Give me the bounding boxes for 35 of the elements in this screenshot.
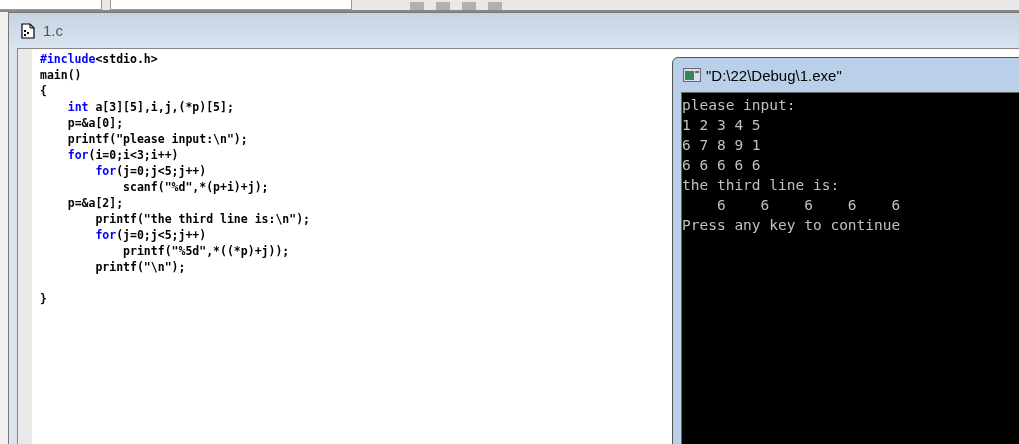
toolbar-icon[interactable] <box>488 2 502 10</box>
code-text: printf("\n"); <box>95 260 186 274</box>
code-text: scanf("%d",*(p+i)+j); <box>123 180 269 194</box>
output-line: Press any key to continue <box>682 216 902 235</box>
output-line: please input: <box>682 96 797 115</box>
output-line: 1 2 3 4 5 <box>682 116 762 135</box>
file-icon <box>21 22 35 39</box>
document-title: 1.c <box>43 22 63 39</box>
toolbar-icon[interactable] <box>410 2 424 10</box>
code-keyword: for <box>67 148 89 162</box>
toolbar-icon[interactable] <box>436 2 450 10</box>
code-text: (j=0;j<5;j++) <box>116 228 207 242</box>
code-text: (j=0;j<5;j++) <box>116 164 207 178</box>
code-text: printf("%5d",*((*p)+j)); <box>123 244 290 258</box>
code-text: p=&a[2]; <box>67 196 124 210</box>
code-text: main() <box>40 68 82 82</box>
output-line: 6 7 8 9 1 <box>682 136 762 155</box>
code-keyword: int <box>67 100 89 114</box>
code-text: printf("the third line is:\n"); <box>95 212 311 226</box>
console-icon <box>683 68 701 82</box>
code-text: { <box>40 84 47 98</box>
code-keyword: for <box>95 228 117 242</box>
code-keyword: #include <box>40 52 96 66</box>
code-text: printf("please input:\n"); <box>67 132 248 146</box>
output-line: the third line is: <box>682 176 841 195</box>
code-keyword: for <box>95 164 117 178</box>
output-line: 6 6 6 6 6 <box>715 196 902 215</box>
code-text: (i=0;i<3;i++) <box>88 148 179 162</box>
toolbar-icon[interactable] <box>462 2 476 10</box>
code-text: p=&a[0]; <box>67 116 124 130</box>
output-line: 6 6 6 6 6 <box>682 156 762 175</box>
code-text: a[3][5],i,j,(*p)[5]; <box>95 100 234 114</box>
code-text: <stdio.h> <box>95 52 158 66</box>
code-text: } <box>40 292 47 306</box>
console-title: "D:\22\Debug\1.exe" <box>706 66 842 84</box>
